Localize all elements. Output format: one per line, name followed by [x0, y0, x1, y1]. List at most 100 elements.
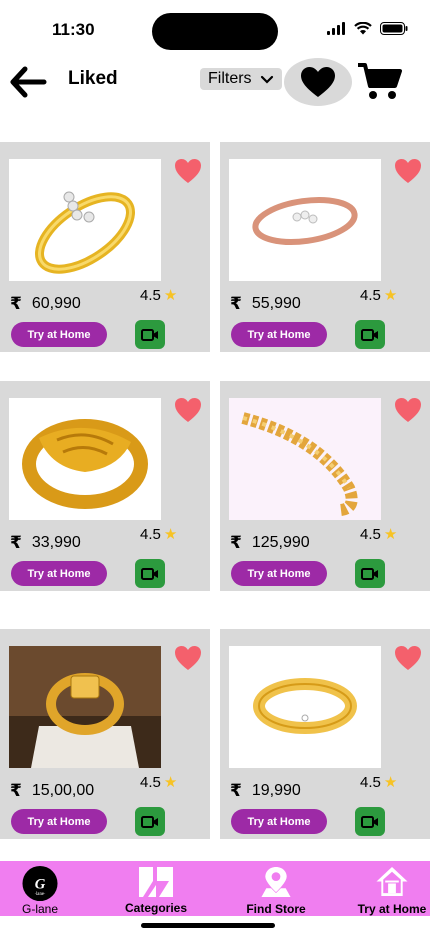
try-at-home-button[interactable]: Try at Home [231, 322, 327, 347]
heart-icon[interactable] [174, 397, 202, 423]
video-call-button[interactable] [355, 807, 385, 836]
header: Liked Filters [0, 58, 430, 108]
star-icon: ★ [163, 287, 178, 304]
chevron-down-icon [260, 75, 273, 84]
nav-label-try-at-home: Try at Home [357, 902, 427, 916]
product-price: ₹55,990 [230, 294, 301, 314]
back-button[interactable] [8, 62, 48, 102]
wifi-icon [354, 22, 372, 35]
price-value: 15,00,00 [31, 782, 95, 799]
rating-value: 4.5 [140, 286, 161, 304]
video-camera-icon [361, 567, 378, 580]
rupee-icon: ₹ [10, 294, 22, 313]
dynamic-island [152, 13, 278, 50]
star-icon: ★ [383, 287, 398, 304]
rupee-icon: ₹ [230, 294, 242, 313]
nav-label-find-store: Find Store [246, 902, 306, 916]
product-price: ₹33,990 [10, 533, 81, 553]
nav-label-glane: G-lane [21, 902, 59, 916]
filters-label: Filters [208, 70, 252, 87]
page-title: Liked [68, 68, 118, 89]
signal-icon [327, 22, 345, 35]
video-call-button[interactable] [135, 320, 165, 349]
heart-icon[interactable] [174, 645, 202, 671]
battery-icon [380, 22, 408, 35]
video-call-button[interactable] [355, 320, 385, 349]
product-rating: 4.5 ★ [140, 525, 178, 544]
video-camera-icon [141, 328, 158, 341]
video-camera-icon [361, 815, 378, 828]
price-value: 19,990 [251, 782, 301, 799]
product-image[interactable] [9, 646, 161, 768]
cart-button[interactable] [356, 60, 404, 102]
svg-text:·lane·: ·lane· [34, 892, 46, 897]
home-icon [376, 866, 408, 897]
rupee-icon: ₹ [230, 781, 242, 800]
star-icon: ★ [163, 526, 178, 543]
star-icon: ★ [383, 526, 398, 543]
product-rating: 4.5 ★ [360, 525, 398, 544]
product-card[interactable]: ₹55,990 4.5 ★ Try at Home [220, 142, 430, 352]
nav-item-categories[interactable]: Categories [118, 861, 194, 916]
filters-button[interactable]: Filters [200, 68, 282, 90]
product-price: ₹125,990 [230, 533, 310, 553]
video-camera-icon [141, 567, 158, 580]
nav-item-glane[interactable]: G ·lane· G-lane [12, 861, 68, 916]
heart-icon[interactable] [394, 397, 422, 423]
rupee-icon: ₹ [230, 533, 242, 552]
nav-label-categories: Categories [124, 901, 188, 915]
bottom-nav: G ·lane· G-lane Categories Find Store Tr… [0, 861, 430, 916]
product-card[interactable]: ₹125,990 4.5 ★ Try at Home [220, 381, 430, 591]
price-value: 60,990 [31, 295, 81, 312]
rating-value: 4.5 [140, 773, 161, 791]
try-at-home-button[interactable]: Try at Home [231, 561, 327, 586]
cart-icon [358, 63, 402, 99]
status-icons [327, 22, 408, 35]
product-price: ₹60,990 [10, 294, 81, 314]
product-rating: 4.5 ★ [140, 773, 178, 792]
svg-text:G: G [35, 876, 46, 892]
nav-item-find-store[interactable]: Find Store [238, 861, 314, 916]
product-price: ₹15,00,00 [10, 781, 94, 801]
try-at-home-button[interactable]: Try at Home [11, 561, 107, 586]
heart-icon [301, 67, 335, 97]
product-image[interactable] [229, 159, 381, 281]
video-call-button[interactable] [355, 559, 385, 588]
product-card[interactable]: ₹60,990 4.5 ★ Try at Home [0, 142, 210, 352]
liked-button[interactable] [284, 58, 352, 106]
home-indicator [141, 923, 275, 928]
nav-item-try-at-home[interactable]: Try at Home [352, 861, 430, 916]
star-icon: ★ [383, 774, 398, 791]
product-card[interactable]: ₹15,00,00 4.5 ★ Try at Home [0, 629, 210, 839]
product-rating: 4.5 ★ [140, 286, 178, 305]
product-card[interactable]: ₹19,990 4.5 ★ Try at Home [220, 629, 430, 839]
rating-value: 4.5 [360, 525, 381, 543]
product-rating: 4.5 ★ [360, 286, 398, 305]
heart-icon[interactable] [394, 158, 422, 184]
rating-value: 4.5 [360, 773, 381, 791]
product-card[interactable]: ₹33,990 4.5 ★ Try at Home [0, 381, 210, 591]
try-at-home-button[interactable]: Try at Home [231, 809, 327, 834]
rating-value: 4.5 [360, 286, 381, 304]
try-at-home-button[interactable]: Try at Home [11, 322, 107, 347]
rupee-icon: ₹ [10, 781, 22, 800]
try-at-home-button[interactable]: Try at Home [11, 809, 107, 834]
glane-logo: G ·lane· [22, 865, 58, 902]
heart-icon[interactable] [394, 645, 422, 671]
product-rating: 4.5 ★ [360, 773, 398, 792]
product-image[interactable] [229, 646, 381, 768]
store-location-icon [261, 866, 291, 898]
price-value: 125,990 [251, 534, 310, 551]
status-time: 11:30 [52, 20, 95, 39]
product-image[interactable] [229, 398, 381, 520]
status-bar: 11:30 [0, 0, 430, 58]
categories-icon [139, 867, 173, 897]
price-value: 33,990 [31, 534, 81, 551]
heart-icon[interactable] [174, 158, 202, 184]
video-camera-icon [361, 328, 378, 341]
video-call-button[interactable] [135, 807, 165, 836]
video-call-button[interactable] [135, 559, 165, 588]
star-icon: ★ [163, 774, 178, 791]
product-image[interactable] [9, 398, 161, 520]
product-image[interactable] [9, 159, 161, 281]
